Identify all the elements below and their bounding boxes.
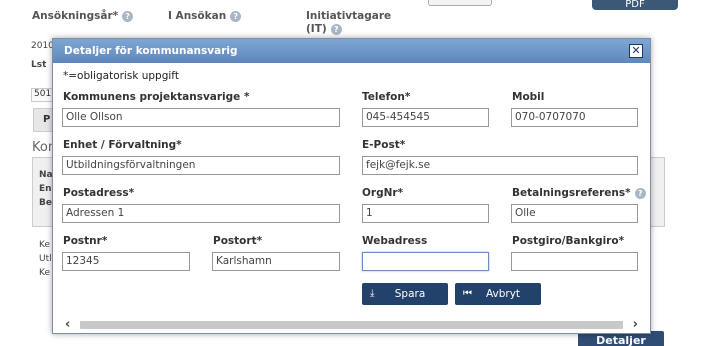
required-note: *=obligatorisk uppgift — [63, 70, 179, 82]
postadress-label: Postadress* — [63, 187, 135, 199]
mobil-label: Mobil — [512, 91, 545, 103]
bg-year: 2010 — [31, 41, 54, 51]
epost-label: E-Post* — [362, 139, 406, 151]
postort-input[interactable]: Karlshamn — [212, 252, 340, 271]
betalningsreferens-input[interactable]: Olle — [511, 204, 638, 223]
spara-button[interactable]: ⤓ Spara — [362, 283, 448, 305]
chevron-right-icon[interactable]: › — [633, 317, 638, 332]
pdf-button[interactable]: PDF — [592, 0, 678, 10]
help-icon[interactable]: ? — [122, 10, 134, 22]
orgnr-label: OrgNr* — [362, 187, 404, 199]
orgnr-input[interactable]: 1 — [362, 204, 489, 223]
dialog-title: Detaljer för kommunansvarig — [64, 45, 238, 57]
spara-label: Spara — [394, 288, 426, 300]
epost-input[interactable]: fejk@fejk.se — [362, 156, 638, 175]
mobil-input[interactable]: 070-0707070 — [511, 108, 638, 127]
bg-lst: Lst — [31, 60, 47, 70]
bg-na: Na — [39, 170, 53, 180]
bg-be: Be — [39, 198, 52, 208]
ansokningsar-label: Ansökningsår*? — [32, 10, 134, 22]
telefon-input[interactable]: 045-454545 — [362, 108, 489, 127]
bg-number-field[interactable]: 501 — [31, 88, 53, 102]
telefon-label: Telefon* — [362, 91, 411, 103]
help-icon[interactable]: ? — [634, 187, 646, 199]
avbryt-label: Avbryt — [485, 288, 521, 300]
scrollbar-thumb[interactable] — [80, 321, 623, 329]
postadress-input[interactable]: Adressen 1 — [62, 204, 340, 223]
webadress-label: Webadress — [362, 235, 428, 247]
projektansvarig-label: Kommunens projektansvarige * — [63, 91, 250, 103]
bg-utl: Utl — [39, 254, 52, 264]
webadress-input[interactable] — [362, 252, 489, 271]
postnr-label: Postnr* — [63, 235, 108, 247]
betalningsreferens-label: Betalningsreferens*? — [512, 187, 646, 199]
bg-ke2: Ke — [39, 268, 50, 278]
details-dialog: Detaljer för kommunansvarig ✕ *=obligato… — [52, 38, 651, 334]
enhet-label: Enhet / Förvaltning* — [63, 139, 182, 151]
i-ansokan-label: I Ansökan? — [168, 10, 242, 22]
projektansvarig-input[interactable]: Olle Ollson — [62, 108, 340, 127]
chevron-left-icon[interactable]: ‹ — [65, 317, 70, 332]
bg-en: En — [39, 184, 52, 194]
postnr-input[interactable]: 12345 — [62, 252, 190, 271]
horizontal-scrollbar[interactable]: ‹ › — [63, 317, 640, 332]
pdf-label: PDF — [625, 0, 645, 10]
postgiro-label: Postgiro/Bankgiro* — [512, 235, 625, 247]
postort-label: Postort* — [213, 235, 263, 247]
initiativtagare-label: Initiativtagare — [306, 10, 392, 22]
initiativtagare-label-2: (IT)? — [306, 23, 342, 35]
enhet-input[interactable]: Utbildningsförvaltningen — [62, 156, 340, 175]
avbryt-button[interactable]: ⏮ Avbryt — [455, 283, 541, 305]
help-icon[interactable]: ? — [330, 23, 342, 35]
bg-panel-right — [651, 157, 665, 227]
dialog-header: Detaljer för kommunansvarig ✕ — [53, 39, 650, 63]
close-icon[interactable]: ✕ — [629, 44, 643, 58]
bg-ke1: Ke — [39, 240, 50, 250]
help-icon[interactable]: ? — [230, 10, 242, 22]
top-button[interactable] — [428, 0, 492, 6]
postgiro-input[interactable] — [511, 252, 638, 271]
